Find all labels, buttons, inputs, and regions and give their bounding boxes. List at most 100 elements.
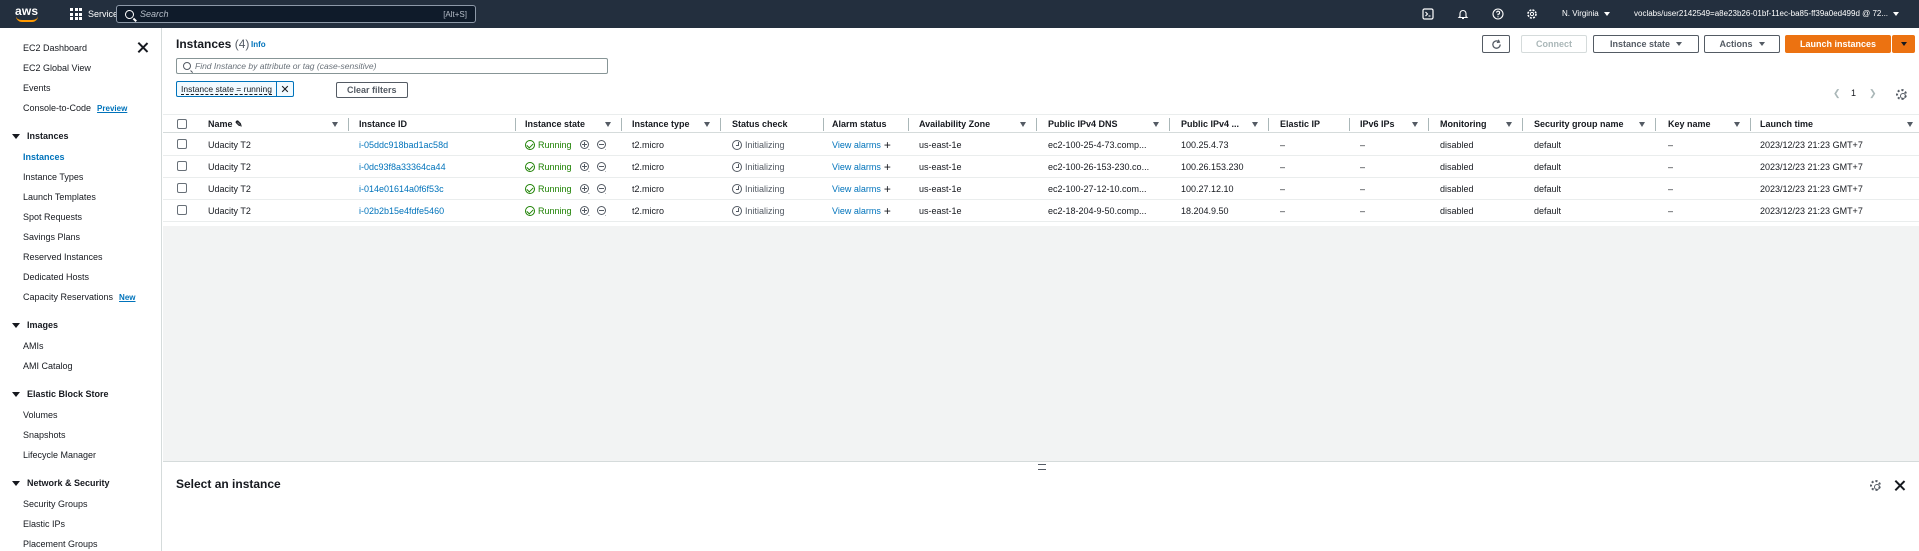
sidebar-item-dedicated-hosts[interactable]: Dedicated Hosts [23,272,89,282]
sidebar-item-capacity-reservations[interactable]: Capacity Reservations New [23,292,136,302]
zoom-in-icon[interactable] [579,184,589,193]
sidebar-item-events[interactable]: Events [23,83,51,93]
actions-button[interactable]: Actions [1704,35,1780,53]
launch-dropdown-button[interactable] [1892,35,1915,53]
close-panel-icon[interactable] [1894,480,1905,491]
column-monitoring[interactable]: Monitoring [1440,119,1487,129]
select-all-checkbox[interactable] [177,119,187,129]
region-selector[interactable]: N. Virginia [1562,9,1610,18]
cell-instance-id-link[interactable]: i-02b2b15e4fdfe5460 [359,206,444,216]
column-instance-type[interactable]: Instance type [632,119,690,129]
global-search-input[interactable]: Search [Alt+S] [116,5,476,23]
bell-icon[interactable] [1457,8,1469,20]
sidebar-item-elastic-ips[interactable]: Elastic IPs [23,519,65,529]
clear-filters-button[interactable]: Clear filters [336,82,408,98]
sidebar-item-reserved-instances[interactable]: Reserved Instances [23,252,103,262]
zoom-out-icon[interactable] [596,162,606,171]
instance-filter-input[interactable]: Find Instance by attribute or tag (case-… [176,58,608,74]
column-resizer[interactable] [515,118,516,131]
cloudshell-icon[interactable] [1422,8,1434,20]
column-ipv6-ips[interactable]: IPv6 IPs [1360,119,1395,129]
remove-filter-icon[interactable]: ✕ [277,83,293,96]
zoom-out-icon[interactable] [596,184,606,193]
sidebar-item-placement-groups[interactable]: Placement Groups [23,539,98,549]
launch-instances-button[interactable]: Launch instances [1785,35,1891,53]
sidebar-item-ec2-dashboard[interactable]: EC2 Dashboard [23,43,87,53]
column-resizer[interactable] [823,118,824,131]
zoom-in-icon[interactable] [579,140,589,149]
sidebar-item-security-groups[interactable]: Security Groups [23,499,88,509]
sort-icon[interactable] [1252,122,1258,127]
sidebar-item-launch-templates[interactable]: Launch Templates [23,192,96,202]
zoom-in-icon[interactable] [579,162,589,171]
zoom-out-icon[interactable] [596,140,606,149]
sidebar-item-instances[interactable]: Instances [23,152,65,162]
view-alarms-link[interactable]: View alarms [832,184,881,194]
sidebar-item-ec2-global-view[interactable]: EC2 Global View [23,63,91,73]
add-alarm-icon[interactable]: + [884,162,891,172]
next-page-icon[interactable]: ❯ [1869,88,1877,99]
add-alarm-icon[interactable]: + [884,140,891,150]
sort-icon[interactable] [1734,122,1740,127]
section-elastic-block-store[interactable]: Elastic Block Store [12,389,109,399]
table-row[interactable]: Udacity T2 i-014e01614a0f6f53c Running t… [163,178,1919,200]
view-alarms-link[interactable]: View alarms [832,140,881,150]
panel-settings-icon[interactable] [1870,480,1881,491]
column-resizer[interactable] [1522,118,1523,131]
sort-icon[interactable] [1907,122,1913,127]
zoom-out-icon[interactable] [596,206,606,215]
account-menu[interactable]: voclabs/user2142549=a8e23b26-01bf-11ec-b… [1634,9,1900,18]
cell-instance-id-link[interactable]: i-0dc93f8a33364ca44 [359,162,446,172]
sort-icon[interactable] [1506,122,1512,127]
table-row[interactable]: Udacity T2 i-05ddc918bad1ac58d Running t… [163,134,1919,156]
column-alarm-status[interactable]: Alarm status [832,119,887,129]
column-resizer[interactable] [1655,118,1656,131]
column-availability-zone[interactable]: Availability Zone [919,119,990,129]
table-settings-icon[interactable] [1896,89,1907,100]
sidebar-item-volumes[interactable]: Volumes [23,410,58,420]
sort-icon[interactable] [1639,122,1645,127]
filter-token-text[interactable]: Instance state = running [177,82,277,96]
sidebar-item-amis[interactable]: AMIs [23,341,44,351]
row-checkbox[interactable] [177,161,187,171]
info-link[interactable]: Info [251,40,266,49]
sidebar-item-lifecycle-manager[interactable]: Lifecycle Manager [23,450,96,460]
settings-icon[interactable] [1526,8,1538,20]
sort-icon[interactable] [704,122,710,127]
column-resizer[interactable] [1750,118,1751,131]
cell-instance-id-link[interactable]: i-05ddc918bad1ac58d [359,140,448,150]
sort-icon[interactable] [1020,122,1026,127]
sort-icon[interactable] [1153,122,1159,127]
table-row[interactable]: Udacity T2 i-02b2b15e4fdfe5460 Running t… [163,200,1919,222]
instance-state-button[interactable]: Instance state [1593,35,1699,53]
sidebar-item-snapshots[interactable]: Snapshots [23,430,66,440]
column-resizer[interactable] [1268,118,1269,131]
help-icon[interactable] [1492,8,1504,20]
sort-icon[interactable] [332,122,338,127]
row-checkbox[interactable] [177,183,187,193]
section-images[interactable]: Images [12,320,58,330]
zoom-in-icon[interactable] [579,206,589,215]
column-public-ipv4-dns[interactable]: Public IPv4 DNS [1048,119,1118,129]
aws-logo[interactable]: aws [12,0,52,28]
sidebar-item-savings-plans[interactable]: Savings Plans [23,232,80,242]
column-instance-state[interactable]: Instance state [525,119,585,129]
filter-token[interactable]: Instance state = running ✕ [176,81,294,97]
prev-page-icon[interactable]: ❮ [1833,88,1841,99]
refresh-button[interactable] [1482,35,1510,53]
sidebar-item-instance-types[interactable]: Instance Types [23,172,83,182]
add-alarm-icon[interactable]: + [884,206,891,216]
sidebar-item-spot-requests[interactable]: Spot Requests [23,212,82,222]
column-status-check[interactable]: Status check [732,119,788,129]
column-security-group-name[interactable]: Security group name [1534,119,1624,129]
column-resizer[interactable] [1349,118,1350,131]
row-checkbox[interactable] [177,139,187,149]
table-row[interactable]: Udacity T2 i-0dc93f8a33364ca44 Running t… [163,156,1919,178]
connect-button[interactable]: Connect [1521,35,1587,53]
column-instance-id[interactable]: Instance ID [359,119,407,129]
view-alarms-link[interactable]: View alarms [832,162,881,172]
resize-handle-icon[interactable] [1038,464,1046,470]
add-alarm-icon[interactable]: + [884,184,891,194]
row-checkbox[interactable] [177,205,187,215]
column-name[interactable]: Name ✎ [208,119,243,130]
